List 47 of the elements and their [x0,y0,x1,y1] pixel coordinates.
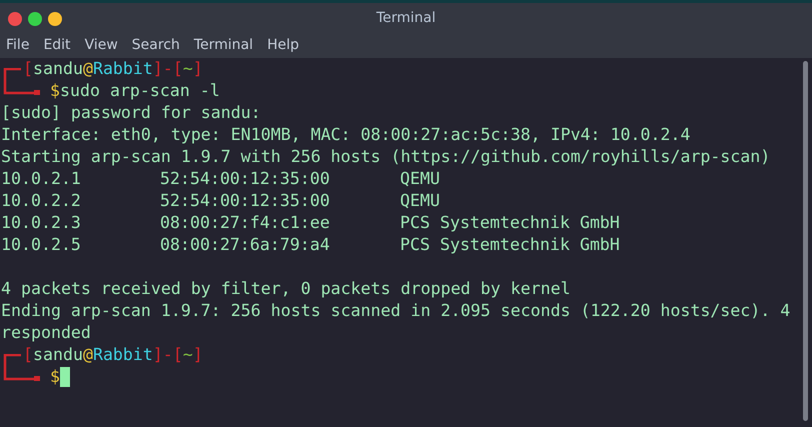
ip-address: 10.0.2.1 [1,168,82,190]
prompt-at: @ [82,344,93,366]
output-line: responded [1,322,91,344]
mac-address: 08:00:27:f4:c1:ee [160,212,331,234]
prompt-at: @ [82,58,93,80]
vendor-name: PCS Systemtechnik GmbH [400,212,620,234]
prompt-bracket: ] [192,344,203,366]
mac-address: 08:00:27:6a:79:a4 [160,234,331,256]
minimize-button[interactable] [48,12,62,26]
maximize-button[interactable] [28,12,42,26]
mac-address: 52:54:00:12:35:00 [160,168,331,190]
vendor-name: QEMU [400,190,440,212]
prompt-bracket: [ [23,344,33,366]
text-cursor [60,367,70,387]
output-line: [sudo] password for sandu: [1,102,261,124]
window-title: Terminal [376,9,436,28]
menu-item[interactable]: Edit [43,34,71,56]
menu-item[interactable]: File [6,34,30,56]
output-line: Starting arp-scan 1.9.7 with 256 hosts (https://github.com/royhills/arp-scan) [1,146,770,168]
prompt-bracket: [ [23,58,33,80]
menu-item[interactable]: View [84,34,118,56]
prompt-sign: $ [50,366,60,388]
prompt-bracket: ]-[ [152,58,183,80]
prompt-sign: $ [50,80,60,102]
prompt-bracket: ] [192,58,203,80]
command-text: sudo arp-scan -l [60,80,220,102]
ip-address: 10.0.2.2 [1,190,82,212]
prompt-bracket: ]-[ [152,344,183,366]
prompt-user: sandu [33,58,83,80]
menu-item[interactable]: Search [132,34,180,56]
mac-address: 52:54:00:12:35:00 [160,190,331,212]
prompt-host: Rabbit [92,344,153,366]
output-line: Interface: eth0, type: EN10MB, MAC: 08:00:27:ac:5c:38, IPv4: 10.0.2.4 [1,124,690,146]
prompt-user: sandu [33,344,83,366]
close-button[interactable] [8,12,22,26]
ip-address: 10.0.2.5 [1,234,82,256]
ip-address: 10.0.2.3 [1,212,82,234]
menu-item[interactable]: Terminal [194,34,254,56]
vendor-name: QEMU [400,168,440,190]
output-line: 4 packets received by filter, 0 packets dropped by kernel [1,278,570,300]
scrollbar-thumb[interactable] [802,61,808,421]
prompt-host: Rabbit [92,58,153,80]
prompt-dir: ~ [182,58,193,80]
output-line: Ending arp-scan 1.9.7: 256 hosts scanned in 2.095 seconds (122.20 hosts/sec). 4 [1,300,790,322]
menu-item[interactable]: Help [267,34,299,56]
prompt-dir: ~ [182,344,193,366]
vendor-name: PCS Systemtechnik GmbH [400,234,620,256]
